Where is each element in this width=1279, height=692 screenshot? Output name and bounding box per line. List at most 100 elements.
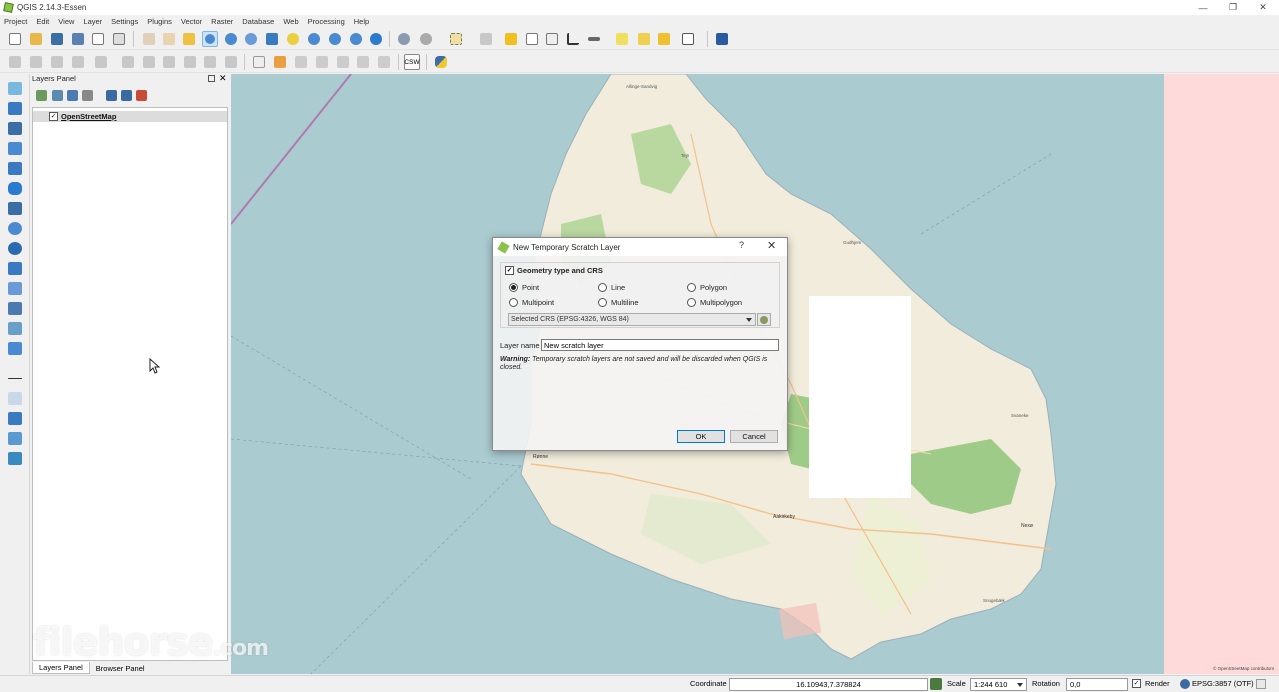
move-feature-icon[interactable]: [93, 54, 109, 70]
select-by-expression-icon[interactable]: [478, 31, 494, 47]
open-project-icon[interactable]: [28, 31, 44, 47]
rotate-label-icon[interactable]: [355, 54, 371, 70]
add-wms-layer-icon[interactable]: [6, 220, 24, 237]
refresh-icon[interactable]: [368, 31, 384, 47]
undo-icon[interactable]: [223, 54, 239, 70]
toggle-editing-icon[interactable]: [28, 54, 44, 70]
add-feature-icon[interactable]: [70, 54, 86, 70]
attribute-table-icon[interactable]: [524, 31, 540, 47]
csw-button[interactable]: CSW: [404, 54, 420, 70]
remove-layer-icon[interactable]: [136, 90, 147, 101]
statistics-icon[interactable]: [565, 31, 581, 47]
add-gps-layer-icon[interactable]: [6, 370, 24, 387]
menu-help[interactable]: Help: [354, 17, 369, 26]
label-icon[interactable]: [251, 54, 267, 70]
add-spatialite-layer-icon[interactable]: [6, 140, 24, 157]
zoom-full-icon[interactable]: [264, 31, 280, 47]
add-delimited-text-icon[interactable]: [6, 280, 24, 297]
menu-plugins[interactable]: Plugins: [147, 17, 172, 26]
move-label-icon[interactable]: [335, 54, 351, 70]
zoom-last-icon[interactable]: [327, 31, 343, 47]
help-icon[interactable]: [714, 31, 730, 47]
layer-name-input[interactable]: New scratch layer: [541, 339, 779, 351]
expand-all-icon[interactable]: [106, 90, 117, 101]
deselect-all-icon[interactable]: [503, 31, 519, 47]
current-edits-icon[interactable]: [7, 54, 23, 70]
save-project-icon[interactable]: [49, 31, 65, 47]
cancel-button[interactable]: Cancel: [730, 430, 778, 443]
menu-raster[interactable]: Raster: [211, 17, 233, 26]
dialog-help-button[interactable]: ?: [739, 240, 744, 250]
zoom-to-layer-icon[interactable]: [306, 31, 322, 47]
zoom-in-icon[interactable]: [202, 31, 218, 47]
add-mssql-layer-icon[interactable]: [6, 160, 24, 177]
new-print-composer-icon[interactable]: [90, 31, 106, 47]
menu-layer[interactable]: Layer: [83, 17, 102, 26]
radio-multipolygon[interactable]: Multipolygon: [687, 298, 742, 307]
coordinate-field[interactable]: 16.10943,7.378824: [729, 678, 928, 691]
zoom-to-selection-icon[interactable]: [285, 31, 301, 47]
new-spatialite-icon[interactable]: [6, 340, 24, 357]
new-shapefile-icon[interactable]: [6, 320, 24, 337]
new-project-icon[interactable]: [7, 31, 23, 47]
menu-database[interactable]: Database: [242, 17, 274, 26]
spatial-bookmarks-icon[interactable]: [656, 31, 672, 47]
menu-view[interactable]: View: [58, 17, 74, 26]
save-edits-icon[interactable]: [49, 54, 65, 70]
menu-processing[interactable]: Processing: [308, 17, 345, 26]
restore-button[interactable]: ❐: [1218, 0, 1248, 15]
copy-features-icon[interactable]: [182, 54, 198, 70]
text-annotation-icon[interactable]: [680, 31, 696, 47]
highlight-labels-icon[interactable]: [314, 54, 330, 70]
delete-selected-icon[interactable]: [141, 54, 157, 70]
layer-row[interactable]: ✓ OpenStreetMap: [33, 111, 227, 122]
filter-legend-icon[interactable]: [67, 90, 78, 101]
new-gpx-layer-icon[interactable]: [6, 450, 24, 467]
add-wfs-layer-icon[interactable]: [6, 260, 24, 277]
add-virtual-layer-icon[interactable]: [6, 300, 24, 317]
add-wcs-layer-icon[interactable]: [6, 240, 24, 257]
menu-settings[interactable]: Settings: [111, 17, 138, 26]
float-panel-icon[interactable]: [208, 75, 215, 82]
geometry-crs-group-header[interactable]: ✓ Geometry type and CRS: [505, 266, 603, 275]
rotation-spinbox[interactable]: 0,0: [1066, 678, 1128, 691]
zoom-native-icon[interactable]: [243, 31, 259, 47]
crs-status-label[interactable]: EPSG:3857 (OTF): [1192, 679, 1254, 688]
menu-vector[interactable]: Vector: [181, 17, 202, 26]
add-raster-layer-icon[interactable]: [6, 100, 24, 117]
collapse-all-icon[interactable]: [121, 90, 132, 101]
radio-polygon[interactable]: Polygon: [687, 283, 727, 292]
render-checkbox[interactable]: ✓: [1132, 679, 1141, 688]
field-calculator-icon[interactable]: [544, 31, 560, 47]
pan-map-icon[interactable]: [161, 31, 177, 47]
menu-project[interactable]: Project: [4, 17, 27, 26]
close-button[interactable]: ✕: [1248, 0, 1278, 15]
save-as-icon[interactable]: [70, 31, 86, 47]
manage-themes-icon[interactable]: [82, 90, 93, 101]
radio-multiline[interactable]: Multiline: [598, 298, 639, 307]
new-temporary-scratch-layer-icon[interactable]: [6, 390, 24, 407]
layer-visibility-checkbox[interactable]: ✓: [49, 112, 58, 121]
menu-web[interactable]: Web: [283, 17, 298, 26]
zoom-out-icon[interactable]: [223, 31, 239, 47]
crs-selector-button[interactable]: [757, 313, 771, 326]
add-wfs-icon[interactable]: [6, 410, 24, 427]
menu-edit[interactable]: Edit: [36, 17, 49, 26]
radio-point[interactable]: Point: [509, 283, 539, 292]
python-console-icon[interactable]: [433, 54, 449, 70]
map-attribution[interactable]: © OpenStreetMap contributors: [1213, 665, 1275, 671]
geometry-group-checkbox[interactable]: ✓: [505, 266, 514, 275]
action-icon[interactable]: [418, 31, 434, 47]
identify-features-icon[interactable]: [396, 31, 412, 47]
add-vector-layer-icon[interactable]: [6, 80, 24, 97]
layer-labeling-icon[interactable]: [272, 54, 288, 70]
measure-line-icon[interactable]: [586, 31, 602, 47]
pin-labels-icon[interactable]: [293, 54, 309, 70]
paste-features-icon[interactable]: [202, 54, 218, 70]
add-db2-layer-icon[interactable]: [6, 180, 24, 197]
radio-line[interactable]: Line: [598, 283, 625, 292]
add-geonode-icon[interactable]: [6, 430, 24, 447]
ok-button[interactable]: OK: [677, 430, 725, 443]
bookmark-icon[interactable]: [636, 31, 652, 47]
crs-select[interactable]: Selected CRS (EPSG:4326, WGS 84): [508, 313, 756, 326]
